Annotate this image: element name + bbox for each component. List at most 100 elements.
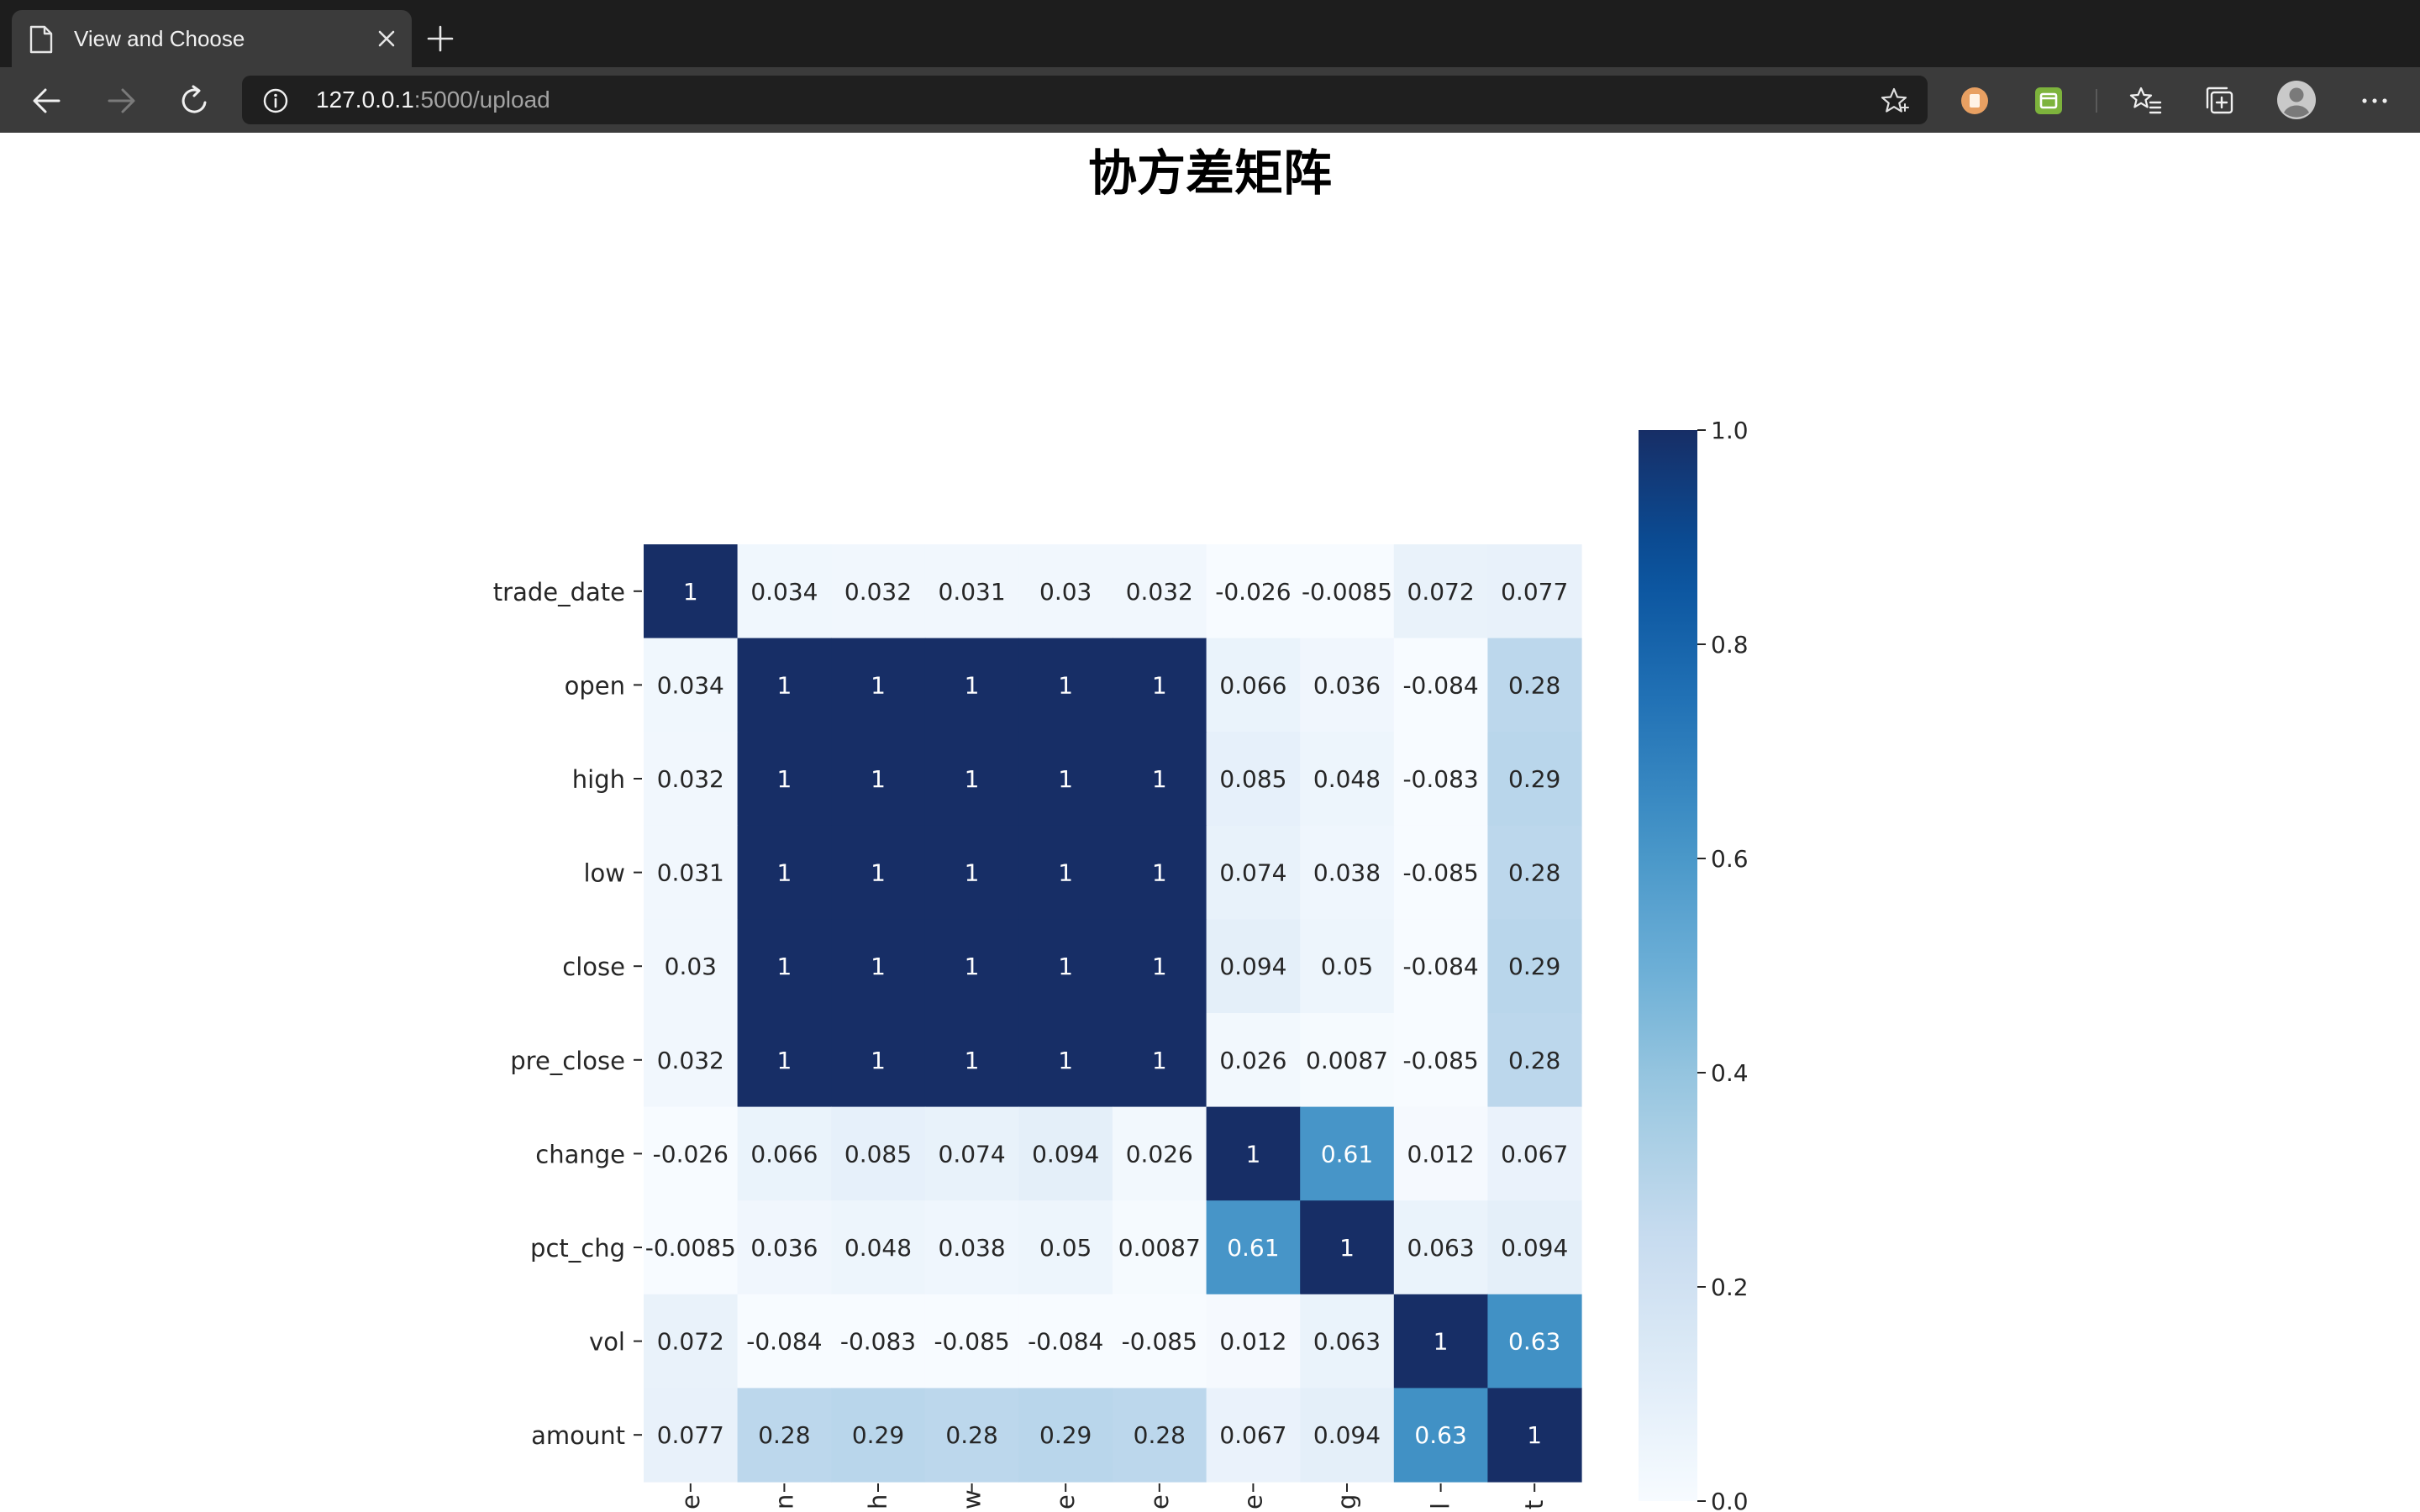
cell-value-label: 0.012	[1407, 1140, 1475, 1168]
cell-value-label: 0.03	[1039, 578, 1092, 606]
cell-value-label: 1	[1245, 1140, 1260, 1168]
cell-value-label: 0.28	[1508, 859, 1560, 887]
cell-value-label: 0.032	[657, 765, 724, 793]
cell-value-label: 0.03	[665, 953, 717, 980]
cell-value-label: 1	[1152, 1047, 1167, 1074]
cell-value-label: -0.085	[934, 1328, 1009, 1356]
cell-value-label: -0.0085	[645, 1234, 736, 1262]
cell-value-label: 1	[776, 1047, 792, 1074]
cell-value-label: 0.28	[945, 1421, 997, 1449]
x-tick-label: e	[1239, 1494, 1267, 1509]
y-tick-label: vol	[589, 1328, 625, 1357]
cell-value-label: 1	[1058, 1047, 1073, 1074]
colorbar-tick-label: 0.8	[1711, 631, 1749, 659]
y-tick-label: trade_date	[493, 578, 625, 606]
cell-value-label: 0.074	[1219, 859, 1286, 887]
x-tick-label: e	[676, 1494, 705, 1509]
cell-value-label: -0.026	[1215, 578, 1291, 606]
colorbar	[1639, 430, 1697, 1501]
cell-value-label: 1	[1339, 1234, 1355, 1262]
cell-value-label: 0.077	[657, 1421, 724, 1449]
cell-value-label: 1	[1527, 1421, 1542, 1449]
x-tick-label: e	[1145, 1494, 1174, 1509]
cell-value-label: 1	[965, 671, 980, 699]
cell-value-label: 0.063	[1407, 1234, 1475, 1262]
cell-value-label: 0.031	[939, 578, 1006, 606]
cell-value-label: 1	[965, 953, 980, 980]
cell-value-label: -0.085	[1122, 1328, 1197, 1356]
y-tick-label: high	[572, 765, 625, 794]
colorbar-tick-label: 0.2	[1711, 1273, 1749, 1301]
cell-value-label: 0.63	[1414, 1421, 1466, 1449]
cell-value-label: 1	[1058, 765, 1073, 793]
x-tick-label: w	[958, 1489, 986, 1509]
cell-value-label: 0.031	[657, 859, 724, 887]
cell-value-label: 0.026	[1126, 1140, 1193, 1168]
cell-value-label: 1	[1152, 765, 1167, 793]
colorbar-tick-label: 0.0	[1711, 1488, 1749, 1512]
y-tick-label: pre_close	[510, 1047, 625, 1075]
cell-value-label: 0.05	[1321, 953, 1373, 980]
cell-value-label: 1	[1434, 1328, 1449, 1356]
cell-value-label: 1	[776, 671, 792, 699]
cell-value-label: 1	[1058, 859, 1073, 887]
colorbar-tick-label: 1.0	[1711, 417, 1749, 444]
cell-value-label: -0.084	[1028, 1328, 1103, 1356]
cell-value-label: 0.29	[1508, 953, 1560, 980]
cell-value-label: -0.085	[1402, 1047, 1478, 1074]
cell-value-label: 0.0087	[1118, 1234, 1201, 1262]
cell-value-label: 1	[776, 859, 792, 887]
x-tick-label: l	[1427, 1503, 1455, 1509]
cell-value-label: 0.034	[657, 671, 724, 699]
x-tick-label: e	[1051, 1494, 1080, 1509]
cell-value-label: 0.072	[657, 1328, 724, 1356]
cell-value-label: 0.094	[1032, 1140, 1099, 1168]
cell-value-label: 0.048	[1313, 765, 1381, 793]
cell-value-label: 1	[965, 765, 980, 793]
cell-value-label: 0.038	[1313, 859, 1381, 887]
cell-value-label: 0.63	[1508, 1328, 1560, 1356]
x-tick-label: n	[770, 1494, 798, 1509]
y-tick-label: change	[535, 1140, 625, 1168]
cell-value-label: 0.29	[1039, 1421, 1092, 1449]
cell-value-label: 0.036	[1313, 671, 1381, 699]
y-tick-label: pct_chg	[530, 1234, 625, 1263]
cell-value-label: 0.012	[1219, 1328, 1286, 1356]
covariance-heatmap: 1 0.034 0.032 0.031 0.03 0.032 -0.026 -0.0085 0.…	[493, 417, 1749, 1512]
cell-value-label: 0.077	[1501, 578, 1568, 606]
cell-value-label: 1	[871, 859, 886, 887]
cell-value-label: -0.084	[1402, 953, 1478, 980]
colorbar-tick-label: 0.6	[1711, 845, 1749, 873]
cell-value-label: -0.083	[1402, 765, 1478, 793]
cell-value-label: -0.0085	[1302, 578, 1392, 606]
cell-value-label: 0.28	[758, 1421, 810, 1449]
cell-value-label: 0.026	[1219, 1047, 1286, 1074]
cell-value-label: -0.026	[653, 1140, 729, 1168]
cell-value-label: 1	[776, 765, 792, 793]
x-tick-label: h	[864, 1494, 892, 1509]
x-tick-label: t	[1520, 1500, 1549, 1509]
cell-value-label: 0.038	[939, 1234, 1006, 1262]
cell-value-label: 1	[965, 1047, 980, 1074]
cell-value-label: 0.032	[657, 1047, 724, 1074]
cell-value-label: 0.094	[1313, 1421, 1381, 1449]
cell-value-label: -0.084	[746, 1328, 822, 1356]
y-tick-label: low	[583, 859, 625, 888]
y-tick-label: close	[562, 953, 625, 981]
cell-value-label: 0.085	[1219, 765, 1286, 793]
y-tick-label: amount	[531, 1421, 625, 1450]
cell-value-label: 1	[871, 765, 886, 793]
cell-value-label: 0.066	[750, 1140, 818, 1168]
cell-value-label: 0.29	[852, 1421, 904, 1449]
cell-value-label: 0.61	[1227, 1234, 1279, 1262]
cell-value-label: 0.28	[1134, 1421, 1186, 1449]
cell-value-label: 0.072	[1407, 578, 1475, 606]
cell-value-label: 1	[1152, 859, 1167, 887]
cell-value-label: 1	[965, 859, 980, 887]
cell-value-label: 0.063	[1313, 1328, 1381, 1356]
cell-value-label: 0.034	[750, 578, 818, 606]
cell-value-label: 0.036	[750, 1234, 818, 1262]
cell-value-label: 0.094	[1219, 953, 1286, 980]
cell-value-label: 0.067	[1219, 1421, 1286, 1449]
cell-value-label: 1	[871, 671, 886, 699]
